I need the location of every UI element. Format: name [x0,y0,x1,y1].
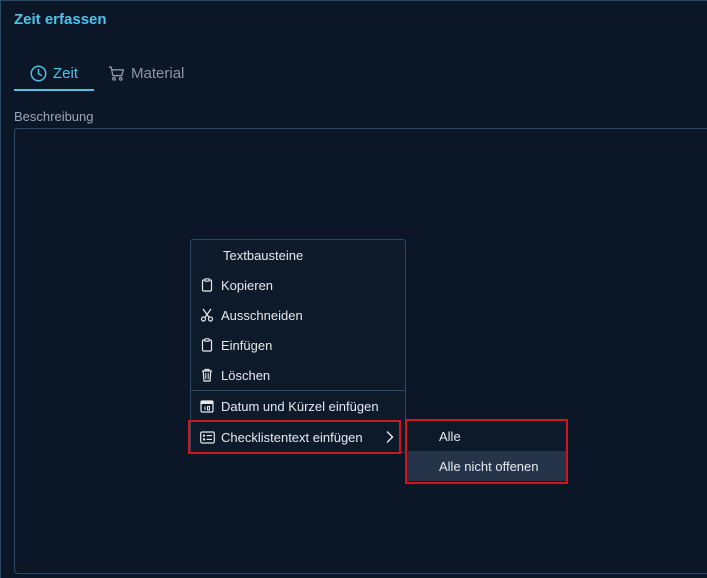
menu-item-label: Checklistentext einfügen [221,429,363,445]
cart-icon [109,65,125,81]
tab-material-label: Material [131,64,185,82]
dialog-title: Zeit erfassen [14,11,107,28]
trash-icon [199,367,215,383]
context-menu: Textbausteine Kopieren Ausschneiden Einf… [190,239,406,453]
menu-item-kopieren[interactable]: Kopieren [191,270,405,300]
menu-item-checklistentext[interactable]: Checklistentext einfügen [191,422,405,452]
tab-zeit-label: Zeit [53,64,79,82]
clipboard-icon [199,337,215,353]
submenu-item-label: Alle [439,428,461,444]
checklist-icon [199,429,215,445]
menu-item-label: Einfügen [221,337,273,353]
submenu-item-label: Alle nicht offenen [439,458,539,474]
tab-zeit[interactable]: Zeit [14,57,95,91]
menu-item-datum-kuerzel[interactable]: Datum und Kürzel einfügen [191,391,405,421]
chevron-right-icon [385,430,395,447]
clock-icon [30,65,47,81]
description-label: Beschreibung [14,109,94,124]
menu-item-einfuegen[interactable]: Einfügen [191,330,405,360]
menu-item-label: Ausschneiden [221,307,303,323]
menu-item-loeschen[interactable]: Löschen [191,360,405,390]
clipboard-icon [199,277,215,293]
tab-bar: Zeit Material [14,57,200,93]
menu-item-label: Textbausteine [223,247,304,263]
menu-item-label: Löschen [221,367,271,383]
menu-item-textbausteine[interactable]: Textbausteine [191,240,437,270]
menu-item-ausschneiden[interactable]: Ausschneiden [191,300,405,330]
calendar-icon [199,398,215,414]
checklist-submenu: Alle Alle nicht offenen [407,421,566,482]
menu-item-label: Kopieren [221,277,274,293]
submenu-item-alle[interactable]: Alle [407,421,566,451]
submenu-item-alle-nicht-offenen[interactable]: Alle nicht offenen [407,451,566,481]
tab-material[interactable]: Material [94,57,200,89]
menu-item-label: Datum und Kürzel einfügen [221,398,379,414]
time-entry-dialog: Zeit erfassen Zeit Material Beschreibung… [0,0,707,578]
scissors-icon [199,307,215,323]
